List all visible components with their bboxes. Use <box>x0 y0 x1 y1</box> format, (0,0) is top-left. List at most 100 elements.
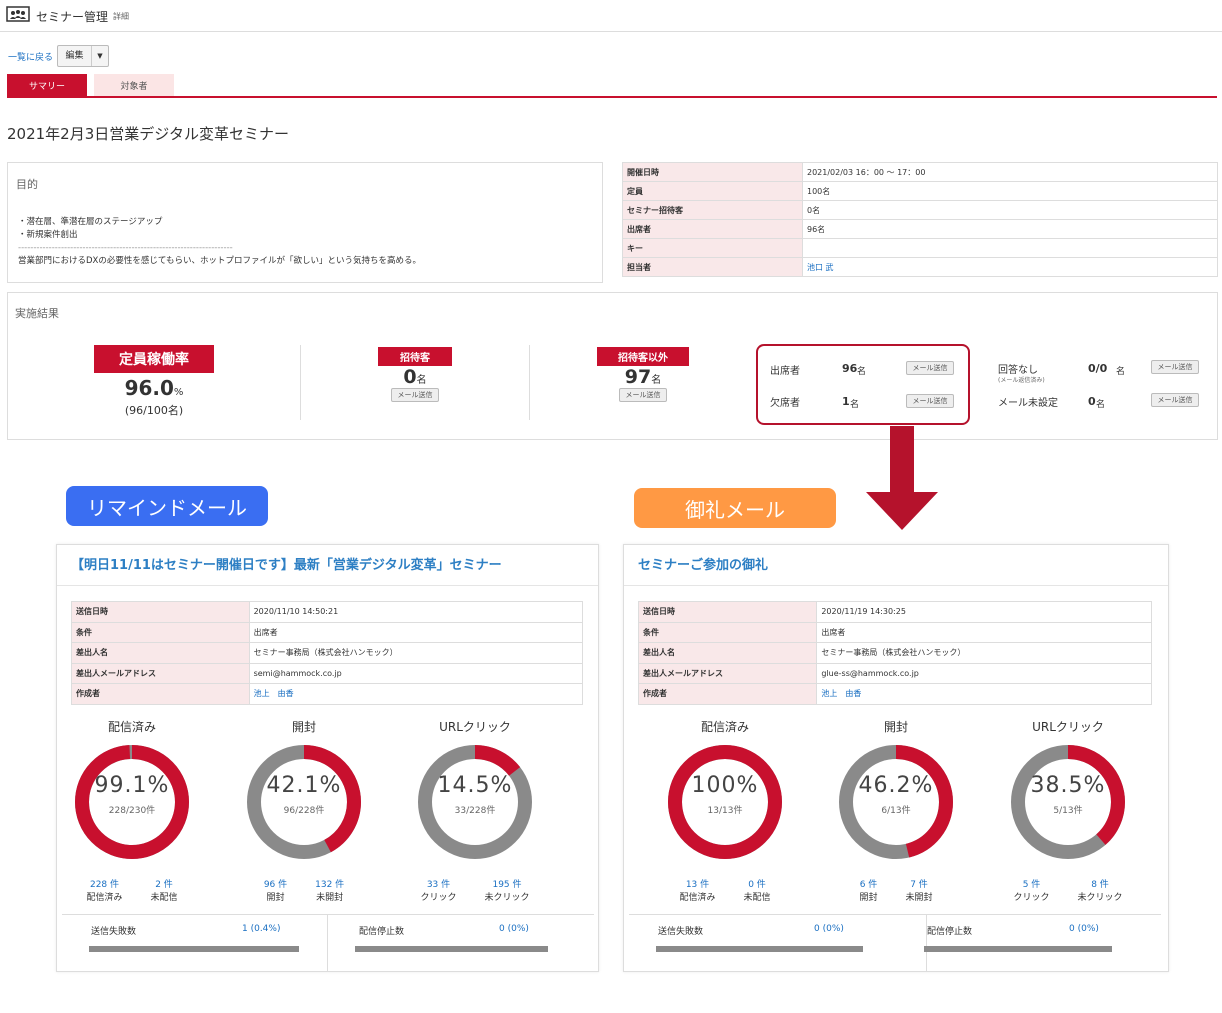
unsubscribe-label: 配信停止数 <box>359 927 405 937</box>
tab-targets[interactable]: 対象者 <box>94 74 174 96</box>
breakdown-b-num[interactable]: 7 件 <box>906 879 933 892</box>
table-row: セミナー招待客 0名 <box>622 200 1218 220</box>
send-failure-value[interactable]: 0 (0%) <box>814 924 844 934</box>
breakdown-b-num[interactable]: 8 件 <box>1078 879 1123 892</box>
meta-key: 送信日時 <box>637 601 818 623</box>
edit-button-label: 編集 <box>58 46 92 66</box>
donut-breakdown: 228 件配信済み 2 件未配信 <box>62 879 202 905</box>
donut-count: 228/230件 <box>108 806 156 816</box>
absentees-mail-button[interactable]: メール送信 <box>906 394 954 408</box>
tab-summary[interactable]: サマリー <box>7 74 87 96</box>
unsubscribe-value[interactable]: 0 (0%) <box>499 924 529 934</box>
breakdown-a: 96 件開封 <box>264 879 287 905</box>
breakdown-a-num[interactable]: 96 件 <box>264 879 287 892</box>
info-key: 出席者 <box>622 219 803 239</box>
donut-label: URLクリック <box>439 720 511 734</box>
remind-mail-card: 【明日11/11はセミナー開催日です】最新「営業デジタル変革」セミナー 送信日時 2… <box>56 544 599 972</box>
seminar-info-table: 開催日時 2021/02/03 16：00 ～ 17：00 定員 100名 セミナー… <box>622 162 1218 277</box>
breakdown-b: 132 件未開封 <box>315 879 344 905</box>
table-row: 差出人メールアドレス glue-ss@hammock.co.jp <box>637 662 1152 684</box>
meta-value: セミナー事務局（株式会社ハンモック） <box>816 642 1152 664</box>
donut-svg <box>1011 745 1125 859</box>
capacity-value: 96.0 <box>124 376 174 400</box>
divider <box>62 914 594 915</box>
donut-percent: 46.2% <box>858 773 934 798</box>
table-row: 担当者 池口 武 <box>622 257 1218 277</box>
meta-key: 条件 <box>71 621 250 643</box>
breakdown-b-num[interactable]: 0 件 <box>744 879 771 892</box>
send-failure-label: 送信失敗数 <box>91 927 137 937</box>
unsubscribe-bar <box>355 946 548 952</box>
no-response-mail-button[interactable]: メール送信 <box>1151 360 1199 374</box>
breakdown-b-label: 未開封 <box>905 893 933 903</box>
breakdown-b-num[interactable]: 2 件 <box>151 879 178 892</box>
attendees-unit: 名 <box>857 367 867 377</box>
donut-ring: 46.2% 6/13件 <box>837 743 955 861</box>
mail-title[interactable]: 【明日11/11はセミナー開催日です】最新「営業デジタル変革」セミナー <box>71 554 502 573</box>
seminar-icon <box>6 6 30 22</box>
mail-title[interactable]: セミナーご参加の御礼 <box>638 554 768 573</box>
table-row: 条件 出席者 <box>71 621 584 643</box>
invited-block: 招待客 0名 メール送信 <box>301 347 529 402</box>
donut-label: 開封 <box>291 720 316 734</box>
no-response-value: 0/0 <box>1088 362 1108 375</box>
donut-percent: 100% <box>691 773 759 798</box>
results-label: 実施結果 <box>15 307 59 320</box>
unsubscribe-label: 配信停止数 <box>927 927 973 937</box>
donut-percent: 99.1% <box>94 773 170 798</box>
chevron-down-icon[interactable]: ▼ <box>92 52 108 60</box>
capacity-detail: (96/100名) <box>124 404 184 417</box>
attendees-mail-button[interactable]: メール送信 <box>906 361 954 375</box>
table-row: 差出人名 セミナー事務局（株式会社ハンモック） <box>71 642 584 664</box>
table-row: 差出人メールアドレス semi@hammock.co.jp <box>71 662 584 684</box>
donut-chart: URLクリック 14.5% 33/228件 33 件クリック 195 件未クリッ… <box>405 718 545 905</box>
donut-percent: 38.5% <box>1030 773 1106 798</box>
meta-key: 差出人名 <box>71 642 250 664</box>
breakdown-b-num[interactable]: 132 件 <box>315 879 344 892</box>
breakdown-b-num[interactable]: 195 件 <box>485 879 530 892</box>
breakdown-a-num[interactable]: 33 件 <box>420 879 456 892</box>
info-key: 定員 <box>622 181 803 201</box>
no-response-note: (メール返信済み) <box>998 377 1045 384</box>
breakdown-a-num[interactable]: 5 件 <box>1013 879 1049 892</box>
invited-mail-button[interactable]: メール送信 <box>391 388 439 402</box>
edit-button[interactable]: 編集 ▼ <box>57 45 109 67</box>
breakdown-b: 8 件未クリック <box>1078 879 1123 905</box>
breakdown-b-label: 未配信 <box>150 893 178 903</box>
mail-meta-table: 送信日時 2020/11/10 14:50:21 条件 出席者 差出人名 セミナー事務局（… <box>71 601 584 705</box>
meta-value: glue-ss@hammock.co.jp <box>816 662 1152 684</box>
unsubscribe-value[interactable]: 0 (0%) <box>1069 924 1099 934</box>
back-to-list-link[interactable]: 一覧に戻る <box>8 50 53 63</box>
donut-ring: 14.5% 33/228件 <box>416 743 534 861</box>
purpose-line: ・潜在層、準潜在層のステージアップ <box>18 217 163 227</box>
donut-breakdown: 33 件クリック 195 件未クリック <box>405 879 545 905</box>
breakdown-a-num[interactable]: 228 件 <box>86 879 122 892</box>
donut-label: 配信済み <box>107 720 156 734</box>
send-failure-bar <box>89 946 299 952</box>
breakdown-b-label: 未開封 <box>316 893 344 903</box>
no-email-mail-button[interactable]: メール送信 <box>1151 393 1199 407</box>
divider <box>629 914 1161 915</box>
invited-unit: 名 <box>416 375 427 386</box>
breakdown-a-num[interactable]: 13 件 <box>679 879 715 892</box>
table-row: 条件 出席者 <box>637 621 1152 643</box>
purpose-label: 目的 <box>16 178 38 191</box>
donut-percent: 42.1% <box>266 773 342 798</box>
donut-count: 13/13件 <box>707 806 743 816</box>
send-failure-value[interactable]: 1 (0.4%) <box>242 924 280 934</box>
owner-link[interactable]: 池口 武 <box>807 263 834 272</box>
author-link[interactable]: 池上 由香 <box>254 689 294 698</box>
meta-value: 2020/11/10 14:50:21 <box>248 601 584 623</box>
author-link[interactable]: 池上 由香 <box>821 689 861 698</box>
breakdown-b: 2 件未配信 <box>151 879 178 905</box>
donut-count: 96/228件 <box>283 806 325 816</box>
donut-breakdown: 5 件クリック 8 件未クリック <box>998 879 1138 905</box>
purpose-text: ・潜在層、準潜在層のステージアップ ・新規案件創出 --------------… <box>18 216 421 268</box>
breakdown-a-num[interactable]: 6 件 <box>859 879 878 892</box>
attendees-value: 96 <box>842 362 858 375</box>
thanks-mail-callout: 御礼メール <box>634 488 836 528</box>
breakdown-b-label: 未クリック <box>1077 893 1123 903</box>
meta-key: 送信日時 <box>71 601 250 623</box>
non-invited-mail-button[interactable]: メール送信 <box>619 388 667 402</box>
purpose-line: 営業部門におけるDXの必要性を感じてもらい、ホットプロファイルが「欲しい」という… <box>18 256 421 266</box>
